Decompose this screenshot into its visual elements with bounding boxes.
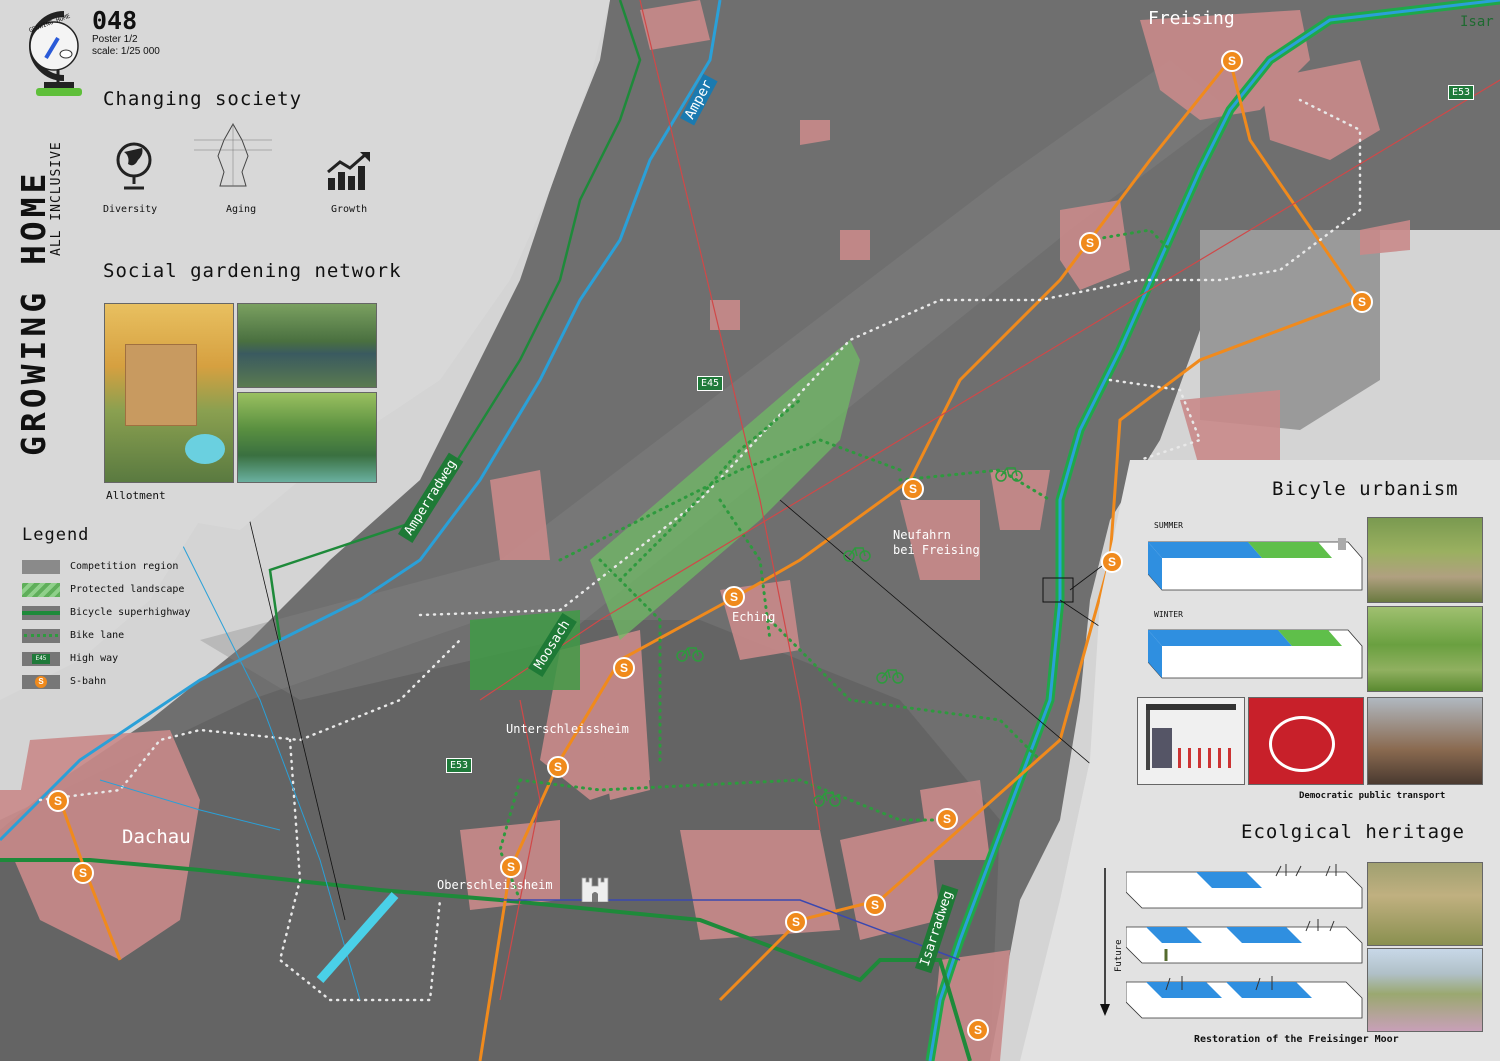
poster-subtitle: ALL INCLUSIVE <box>49 141 64 256</box>
future-arrow <box>1100 868 1110 1016</box>
poster-label: Poster 1/2 <box>92 34 138 45</box>
legend-swatch <box>22 583 60 597</box>
bicycle-icon <box>995 467 1023 482</box>
allotment-photo-large <box>104 303 234 483</box>
legend-swatch <box>22 560 60 574</box>
label-neufahrn: Neufahrn <box>893 528 951 542</box>
green-path-photo <box>1367 606 1483 692</box>
changing-society-heading: Changing society <box>103 88 303 110</box>
diversity-label: Diversity <box>103 204 158 215</box>
stork-meadow-photo <box>1367 862 1483 946</box>
democratic-transport-caption: Democratic public transport <box>1299 791 1446 801</box>
sbahn-marker[interactable]: S <box>500 856 522 878</box>
poster-number: 048 <box>92 6 138 35</box>
highway-e45-shield: E45 <box>697 376 724 391</box>
population-pyramid-icon <box>194 122 272 187</box>
allotment-caption: Allotment <box>106 489 166 502</box>
legend-swatch <box>22 606 60 620</box>
sbahn-marker[interactable]: S <box>72 862 94 884</box>
sbahn-marker[interactable]: S <box>902 478 924 500</box>
legend-label: Bicycle superhighway <box>70 607 191 618</box>
bike-path-photo <box>1367 517 1483 603</box>
poster: S S S S S S S S S S S S S S S E45 E53 E5… <box>0 0 1500 1061</box>
bicycle-icon <box>676 647 704 662</box>
legend-label: Bike lane <box>70 630 125 641</box>
bicycle-icon <box>876 669 904 684</box>
bicycle-icon <box>813 792 841 807</box>
poster-title: GROWING HOME <box>14 169 53 456</box>
aging-label: Aging <box>226 204 257 215</box>
moor-section-2 <box>1126 919 1363 964</box>
label-bei-freising: bei Freising <box>893 543 980 557</box>
highway-e53-shield: E53 <box>1448 85 1475 100</box>
legend-swatch: E45 <box>22 652 60 666</box>
sbahn-marker[interactable]: S <box>1221 50 1243 72</box>
legend-label: High way <box>70 653 119 664</box>
scale-label: scale: 1/25 000 <box>92 46 160 57</box>
sbahn-marker[interactable]: S <box>613 657 635 679</box>
sbahn-marker[interactable]: S <box>1351 291 1373 313</box>
canal-garden-photo <box>237 303 377 388</box>
legend-heading: Legend <box>22 525 90 545</box>
legend-swatch <box>22 629 60 643</box>
sbahn-marker[interactable]: S <box>1079 232 1101 254</box>
sbahn-marker[interactable]: S <box>47 790 69 812</box>
bicycle-urbanism-heading: Bicyle urbanism <box>1272 478 1459 500</box>
castle-icon <box>581 877 609 902</box>
label-eching: Eching <box>732 610 776 624</box>
sbahn-marker[interactable]: S <box>547 756 569 778</box>
boat-garden-photo <box>237 392 377 483</box>
legend-swatch: S <box>22 675 60 689</box>
label-isar: Isar <box>1460 14 1494 30</box>
label-dachau: Dachau <box>122 826 191 848</box>
ecological-heritage-heading: Ecolgical heritage <box>1241 821 1465 843</box>
label-freising: Freising <box>1148 8 1235 29</box>
sbahn-marker[interactable]: S <box>864 894 886 916</box>
future-label: Future <box>1114 939 1124 972</box>
bicycle-icon <box>843 547 871 562</box>
summer-section-diagram <box>1148 538 1363 591</box>
sbahn-marker[interactable]: S <box>723 586 745 608</box>
sbahn-marker[interactable]: S <box>1101 551 1123 573</box>
legend-label: Protected landscape <box>70 584 185 595</box>
label-unterschleissheim: Unterschleissheim <box>506 722 629 736</box>
growth-chart-icon <box>327 152 370 190</box>
growth-label: Growth <box>331 204 368 215</box>
moor-landscape-photo <box>1367 948 1483 1032</box>
train-bike-photo <box>1248 697 1364 785</box>
globe-icon <box>116 142 152 190</box>
freisinger-moor-caption: Restoration of the Freisinger Moor <box>1194 1034 1399 1045</box>
train-interior-photo <box>1367 697 1483 785</box>
sbahn-marker[interactable]: S <box>785 911 807 933</box>
social-gardening-heading: Social gardening network <box>103 260 402 282</box>
legend-label: Competition region <box>70 561 179 572</box>
legend-label: S-bahn <box>70 676 107 687</box>
moor-section-1 <box>1126 864 1363 909</box>
moor-section-3 <box>1126 976 1363 1019</box>
label-oberschleissheim: Oberschleissheim <box>437 878 553 892</box>
summer-label: SUMMER <box>1154 521 1183 530</box>
sbahn-marker[interactable]: S <box>967 1019 989 1041</box>
sbahn-marker[interactable]: S <box>936 808 958 830</box>
highway-e53-shield: E53 <box>446 758 473 773</box>
bike-shelter-photo <box>1137 697 1245 785</box>
winter-section-diagram <box>1148 629 1363 679</box>
